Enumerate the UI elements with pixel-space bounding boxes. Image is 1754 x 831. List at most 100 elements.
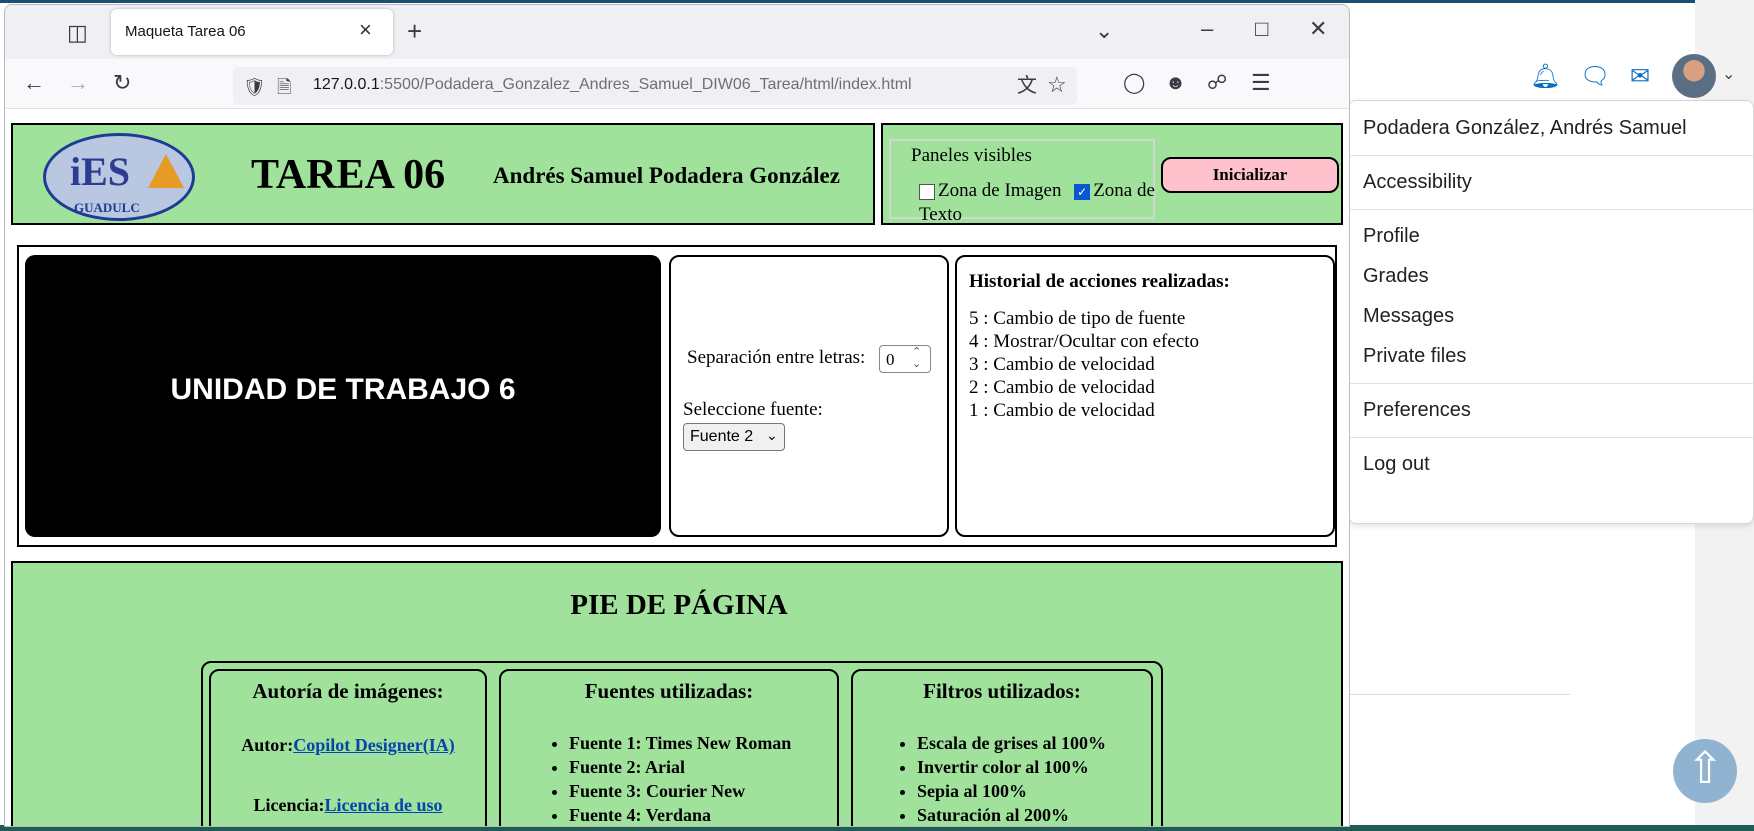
- close-window-icon[interactable]: ✕: [1309, 17, 1327, 41]
- filters-card: Filtros utilizados: Escala de grises al …: [851, 669, 1153, 826]
- history-panel: Historial de acciones realizadas: 5 : Ca…: [955, 255, 1335, 537]
- minimize-icon[interactable]: –: [1201, 17, 1213, 41]
- menu-icon[interactable]: ☰: [1251, 71, 1271, 95]
- logo-text: iES: [70, 149, 131, 194]
- arrow-left-icon[interactable]: ←: [23, 71, 45, 95]
- chevron-down-icon[interactable]: ⌄: [1722, 64, 1735, 84]
- menu-item-grades[interactable]: Grades: [1363, 265, 1429, 288]
- list-item: Fuente 1: Times New Roman: [569, 731, 791, 755]
- url-bar[interactable]: 🛡︎ 🗎︎ 127.0.0.1:5500/Podadera_Gonzalez_A…: [233, 67, 1077, 105]
- history-item: 5 : Cambio de tipo de fuente: [969, 308, 1186, 329]
- browser-window: ◫ Maqueta Tarea 06 × + ⌄ – □ ✕ ← → ↻ 🛡︎ …: [4, 4, 1350, 827]
- image-zone-checkbox[interactable]: [919, 183, 935, 200]
- text-zone-checkbox[interactable]: ✓: [1074, 183, 1091, 200]
- list-item: Fuente 2: Arial: [569, 755, 791, 779]
- arrow-up-circle-icon[interactable]: ⇧: [1673, 739, 1737, 803]
- shield-icon[interactable]: 🛡︎: [243, 75, 266, 99]
- history-item: 3 : Cambio de velocidad: [969, 354, 1155, 375]
- spacing-stepper[interactable]: 0 ⌃ ⌄: [879, 345, 931, 373]
- spacing-label: Separación entre letras:: [687, 347, 866, 368]
- chat-icon[interactable]: 🗨︎: [1580, 62, 1610, 92]
- background-top-border: [0, 0, 1754, 3]
- navigation-bar: ← → ↻ 🛡︎ 🗎︎ 127.0.0.1:5500/Podadera_Gonz…: [5, 59, 1349, 109]
- bookmark-star-icon[interactable]: ☆: [1047, 73, 1067, 97]
- page-icon[interactable]: 🗎︎: [277, 75, 291, 99]
- page-content: iES GUADULC TAREA 06 Andrés Samuel Podad…: [5, 109, 1349, 826]
- new-tab-icon[interactable]: +: [407, 18, 422, 44]
- font-select-value: Fuente 2: [690, 428, 754, 445]
- page-header: iES GUADULC TAREA 06 Andrés Samuel Podad…: [11, 123, 875, 225]
- main-section: UNIDAD DE TRABAJO 6 Separación entre let…: [17, 245, 1337, 547]
- translate-icon[interactable]: 文: [1017, 74, 1037, 98]
- menu-divider: [1349, 437, 1754, 438]
- history-title: Historial de acciones realizadas:: [969, 271, 1230, 292]
- font-label: Seleccione fuente:: [683, 399, 823, 420]
- maximize-icon[interactable]: □: [1255, 17, 1268, 41]
- list-item: Fuente 3: Courier New: [569, 779, 791, 803]
- fonts-list: Fuente 1: Times New Roman Fuente 2: Aria…: [547, 731, 791, 826]
- spinner-arrows-icon[interactable]: ⌃ ⌄: [912, 346, 921, 370]
- spacing-value: 0: [886, 350, 895, 369]
- filters-title: Filtros utilizados:: [923, 679, 1081, 703]
- avatar[interactable]: [1672, 54, 1716, 98]
- author-name: Andrés Samuel Podadera González: [493, 163, 840, 188]
- url-path: :5500/Podadera_Gonzalez_Andres_Samuel_DI…: [379, 76, 912, 93]
- author-link[interactable]: Copilot Designer(IA): [293, 735, 454, 755]
- reload-icon[interactable]: ↻: [113, 71, 131, 95]
- list-item: Fuente 4: Verdana: [569, 803, 791, 826]
- school-logo: iES GUADULC: [43, 133, 195, 221]
- arrow-right-icon[interactable]: →: [67, 71, 89, 95]
- history-item: 2 : Cambio de velocidad: [969, 377, 1155, 398]
- pocket-icon[interactable]: ◯: [1123, 71, 1145, 95]
- history-item: 1 : Cambio de velocidad: [969, 400, 1155, 421]
- mail-icon[interactable]: ✉︎: [1630, 62, 1650, 92]
- tab-manager-icon[interactable]: ◫: [67, 21, 88, 45]
- panels-legend: Paneles visibles: [909, 145, 1034, 167]
- font-select[interactable]: Fuente 2 ⌄: [683, 423, 785, 451]
- logo-sail: [148, 154, 184, 188]
- extensions-icon[interactable]: ☍: [1207, 71, 1227, 95]
- panels-control-box: Paneles visibles Zona de Imagen ✓ Zona de…: [881, 123, 1343, 225]
- chevron-down-icon: ⌄: [766, 427, 778, 443]
- history-item: 4 : Mostrar/Ocultar con efecto: [969, 331, 1200, 352]
- account-icon[interactable]: ☻: [1165, 71, 1186, 95]
- image-zone-label: Zona de Imagen: [938, 180, 1062, 201]
- user-menu-dropdown: Podadera González, Andrés Samuel Accessi…: [1348, 100, 1754, 524]
- menu-item-accessibility[interactable]: Accessibility: [1363, 171, 1472, 194]
- menu-item-profile[interactable]: Profile: [1363, 225, 1420, 248]
- author-label: Autor:: [241, 735, 294, 755]
- logo-subtext: GUADULC: [74, 200, 140, 215]
- page-title: TAREA 06: [251, 152, 446, 198]
- footer-title: PIE DE PÁGINA: [570, 589, 788, 621]
- tab-strip: ◫ Maqueta Tarea 06 × + ⌄ – □ ✕: [5, 5, 1349, 59]
- menu-divider: [1349, 155, 1754, 156]
- menu-item-logout[interactable]: Log out: [1363, 453, 1430, 476]
- tab-list-chevron-icon[interactable]: ⌄: [1095, 19, 1113, 43]
- background-divider: [1350, 694, 1570, 695]
- tab-title: Maqueta Tarea 06: [125, 23, 246, 40]
- panels-fieldset: Paneles visibles Zona de Imagen ✓ Zona de…: [889, 139, 1155, 225]
- panels-options: Zona de Imagen ✓ Zona de Texto: [919, 179, 1169, 227]
- bell-icon[interactable]: 🔔︎: [1530, 62, 1560, 92]
- menu-item-messages[interactable]: Messages: [1363, 305, 1454, 328]
- menu-item-preferences[interactable]: Preferences: [1363, 399, 1471, 422]
- controls-panel: Separación entre letras: 0 ⌃ ⌄ Seleccione…: [669, 255, 949, 537]
- image-zone-panel: UNIDAD DE TRABAJO 6: [25, 255, 661, 537]
- initialize-button[interactable]: Inicializar: [1161, 157, 1339, 193]
- license-row: Licencia:Licencia de uso: [211, 795, 485, 816]
- list-item: Saturación al 200%: [917, 803, 1106, 826]
- url-text: 127.0.0.1:5500/Podadera_Gonzalez_Andres_…: [313, 76, 912, 94]
- license-link[interactable]: Licencia de uso: [324, 795, 442, 815]
- list-item: Sepia al 100%: [917, 779, 1106, 803]
- history-list: 5 : Cambio de tipo de fuente 4 : Mostrar…: [969, 307, 1199, 422]
- menu-divider: [1349, 209, 1754, 210]
- list-item: Escala de grises al 100%: [917, 731, 1106, 755]
- user-menu-name[interactable]: Podadera González, Andrés Samuel: [1363, 117, 1687, 140]
- url-host: 127.0.0.1: [313, 76, 380, 93]
- footer-cards: Autoría de imágenes: Autor:Copilot Desig…: [201, 661, 1163, 826]
- filters-list: Escala de grises al 100% Invertir color …: [895, 731, 1106, 826]
- close-icon[interactable]: ×: [359, 17, 372, 43]
- authorship-card: Autoría de imágenes: Autor:Copilot Desig…: [209, 669, 487, 826]
- tab-active[interactable]: Maqueta Tarea 06 ×: [111, 9, 393, 55]
- menu-item-private-files[interactable]: Private files: [1363, 345, 1466, 368]
